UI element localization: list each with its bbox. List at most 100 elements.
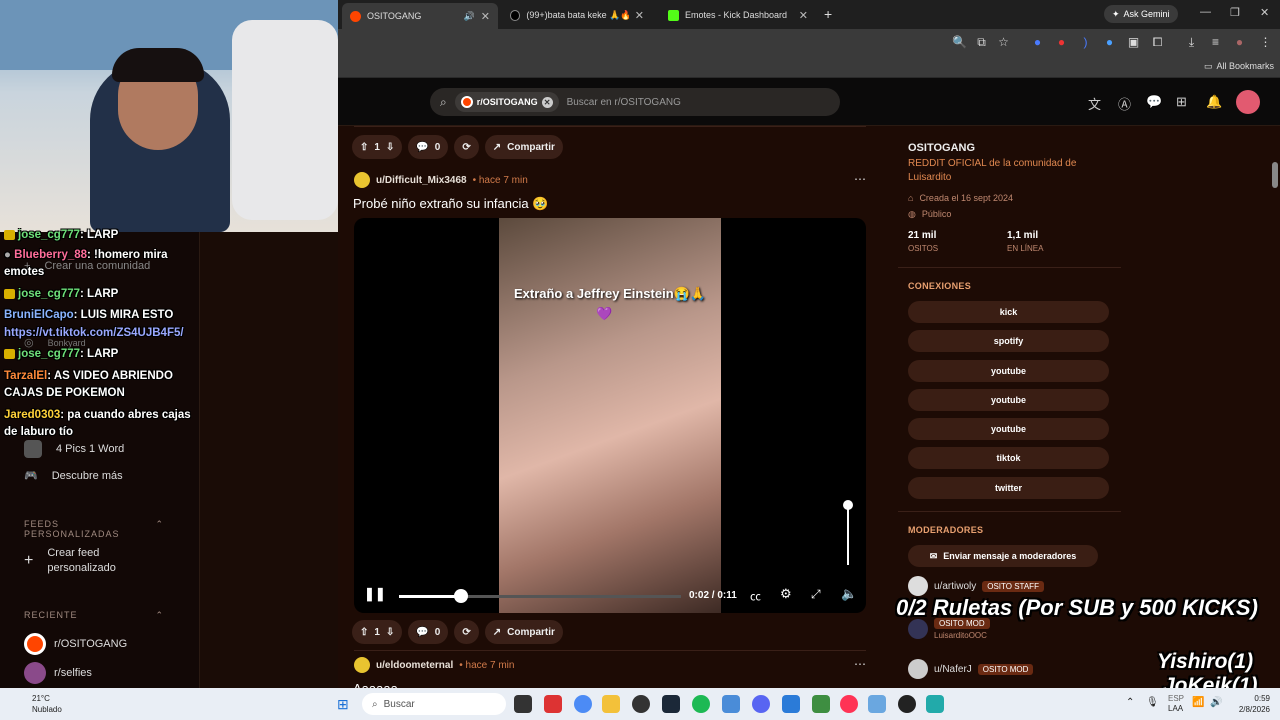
scrollbar[interactable]	[1272, 162, 1278, 188]
crosspost-button[interactable]: ⟳	[454, 135, 479, 159]
profile-icon[interactable]: ●	[1232, 35, 1247, 50]
chat-link[interactable]: https://vt.tiktok.com/ZS4UJB4F5/	[4, 325, 184, 342]
connection-link[interactable]: tiktok	[908, 447, 1109, 469]
bookmark-star-icon[interactable]: ☆	[996, 35, 1011, 50]
moderator-item[interactable]: OSITO MOD LuisarditoOOC	[908, 618, 990, 640]
tray-chevron-icon[interactable]: ⌃	[1126, 697, 1134, 708]
create-feed[interactable]: + Crear feed personalizado	[24, 546, 116, 576]
file-explorer-icon[interactable]	[602, 695, 620, 713]
app-icon[interactable]	[868, 695, 886, 713]
app-icon[interactable]	[812, 695, 830, 713]
ask-gemini-button[interactable]: ✦ Ask Gemini	[1104, 5, 1178, 23]
share-button[interactable]: ↗ Compartir	[484, 620, 563, 644]
vscode-icon[interactable]	[782, 695, 800, 713]
notifications-icon[interactable]: 🔔	[1206, 94, 1222, 110]
post-author[interactable]: u/Difficult_Mix3468 • hace 7 min	[354, 172, 528, 188]
chat-icon[interactable]: 💬	[1146, 94, 1162, 110]
recent-item[interactable]: r/OSITOGANG	[24, 633, 127, 655]
nav-4pics[interactable]: 4 Pics 1 Word	[24, 440, 124, 458]
zoom-icon[interactable]: 🔍	[952, 35, 967, 50]
tab-ositogang[interactable]: OSITOGANG 🔊 ✕	[342, 3, 498, 29]
progress-track[interactable]	[399, 595, 681, 598]
comments-button[interactable]: 💬 0	[408, 135, 449, 159]
downvote-icon[interactable]: ⇩	[386, 142, 394, 153]
microphone-icon[interactable]: 🎙	[1146, 697, 1159, 708]
connection-link[interactable]: youtube	[908, 389, 1109, 411]
download-icon[interactable]: ⤓	[1184, 35, 1199, 50]
connection-link[interactable]: youtube	[908, 360, 1109, 382]
moderator-item[interactable]: u/NaferJ OSITO MOD	[908, 659, 1034, 679]
post-title[interactable]: Probé niño extraño su infancia 🥹	[353, 196, 548, 212]
extension-icon[interactable]: ▣	[1126, 35, 1141, 50]
extension-icon[interactable]: ●	[1030, 35, 1045, 50]
moderator-item[interactable]: u/artiwoly OSITO STAFF	[908, 576, 1044, 596]
spotify-icon[interactable]	[692, 695, 710, 713]
crosspost-button[interactable]: ⟳	[454, 620, 479, 644]
tab-search-icon[interactable]: ≡	[1208, 35, 1223, 50]
subreddit-chip[interactable]: r/OSITOGANG ✕	[454, 92, 559, 112]
downvote-icon[interactable]: ⇩	[386, 627, 394, 638]
extension-icon[interactable]: )	[1078, 35, 1093, 50]
advertise-icon[interactable]: Ⓐ	[1118, 94, 1131, 113]
network-icon[interactable]: 📶	[1192, 697, 1204, 708]
close-icon[interactable]: ✕	[481, 10, 490, 23]
avatar[interactable]	[1236, 90, 1260, 114]
fullscreen-icon[interactable]: ⤢	[811, 587, 821, 602]
tab-kick-emotes[interactable]: Emotes - Kick Dashboard ✕	[660, 4, 816, 26]
app-icon[interactable]	[544, 695, 562, 713]
upvote-icon[interactable]: ⇧	[360, 627, 368, 638]
new-tab-button[interactable]: +	[824, 6, 832, 22]
extension-icon[interactable]: ●	[1054, 35, 1069, 50]
settings-gear-icon[interactable]: ⚙	[780, 586, 792, 602]
search-input[interactable]: ⌕ r/OSITOGANG ✕ Buscar en r/OSITOGANG	[430, 88, 840, 116]
volume-icon[interactable]: 🔈	[841, 586, 857, 602]
volume-track[interactable]	[847, 501, 849, 565]
upvote-icon[interactable]: ⇧	[360, 142, 368, 153]
pause-icon[interactable]: ❚❚	[364, 586, 386, 602]
volume-tray-icon[interactable]: 🔊	[1210, 697, 1222, 708]
progress-knob[interactable]	[454, 589, 469, 603]
steam-icon[interactable]	[662, 695, 680, 713]
connection-link[interactable]: spotify	[908, 330, 1109, 352]
video-player[interactable]: Extraño a Jeffrey Einstein😭🙏 💜 ❚❚ 0:02 /…	[354, 218, 866, 613]
app-icon[interactable]	[722, 695, 740, 713]
extension-icon[interactable]: ●	[1102, 35, 1117, 50]
menu-icon[interactable]: ⋮	[1258, 35, 1273, 50]
opera-icon[interactable]	[840, 695, 858, 713]
app-icon[interactable]	[926, 695, 944, 713]
restore-icon[interactable]: ❐	[1230, 6, 1240, 19]
clear-chip-icon[interactable]: ✕	[541, 96, 553, 108]
feeds-header[interactable]: FEEDS PERSONALIZADAS ⌃	[24, 519, 164, 539]
connection-link[interactable]: youtube	[908, 418, 1109, 440]
windows-start-icon[interactable]: ⊞	[337, 696, 349, 713]
all-bookmarks[interactable]: ▭ All Bookmarks	[1204, 61, 1274, 72]
weather-widget[interactable]: 21°C Nublado	[32, 693, 62, 715]
more-options-icon[interactable]: ⋯	[854, 172, 866, 186]
more-options-icon[interactable]: ⋯	[854, 657, 866, 671]
minimize-icon[interactable]: —	[1200, 6, 1211, 18]
app-icon[interactable]	[898, 695, 916, 713]
captions-icon[interactable]: ㏄	[750, 588, 761, 604]
discord-icon[interactable]	[752, 695, 770, 713]
close-icon[interactable]: ✕	[799, 9, 808, 22]
nav-discover[interactable]: 🎮 Descubre más	[24, 469, 123, 483]
close-icon[interactable]: ✕	[635, 9, 644, 22]
obs-icon[interactable]	[632, 695, 650, 713]
connection-link[interactable]: twitter	[908, 477, 1109, 499]
volume-knob[interactable]	[843, 500, 853, 510]
recent-header[interactable]: RECIENTE ⌃	[24, 610, 164, 621]
recent-item[interactable]: r/selfies	[24, 662, 92, 684]
language-indicator[interactable]: ESP LAA	[1168, 694, 1184, 714]
connection-link[interactable]: kick	[908, 301, 1109, 323]
clock[interactable]: 0:59 2/8/2026	[1230, 693, 1270, 715]
create-post-icon[interactable]: ⊞	[1176, 94, 1187, 110]
speaker-icon[interactable]: 🔊	[464, 11, 475, 22]
message-mods-button[interactable]: ✉ Enviar mensaje a moderadores	[908, 545, 1098, 567]
task-view-icon[interactable]	[514, 695, 532, 713]
comments-button[interactable]: 💬 0	[408, 620, 449, 644]
puzzle-icon[interactable]: ⧠	[1150, 35, 1165, 50]
window-close-icon[interactable]: ✕	[1260, 6, 1269, 19]
install-icon[interactable]: ⧉	[974, 35, 989, 50]
post-author[interactable]: u/eldoometernal • hace 7 min	[354, 657, 514, 673]
taskbar-search[interactable]: ⌕ Buscar	[362, 693, 506, 715]
